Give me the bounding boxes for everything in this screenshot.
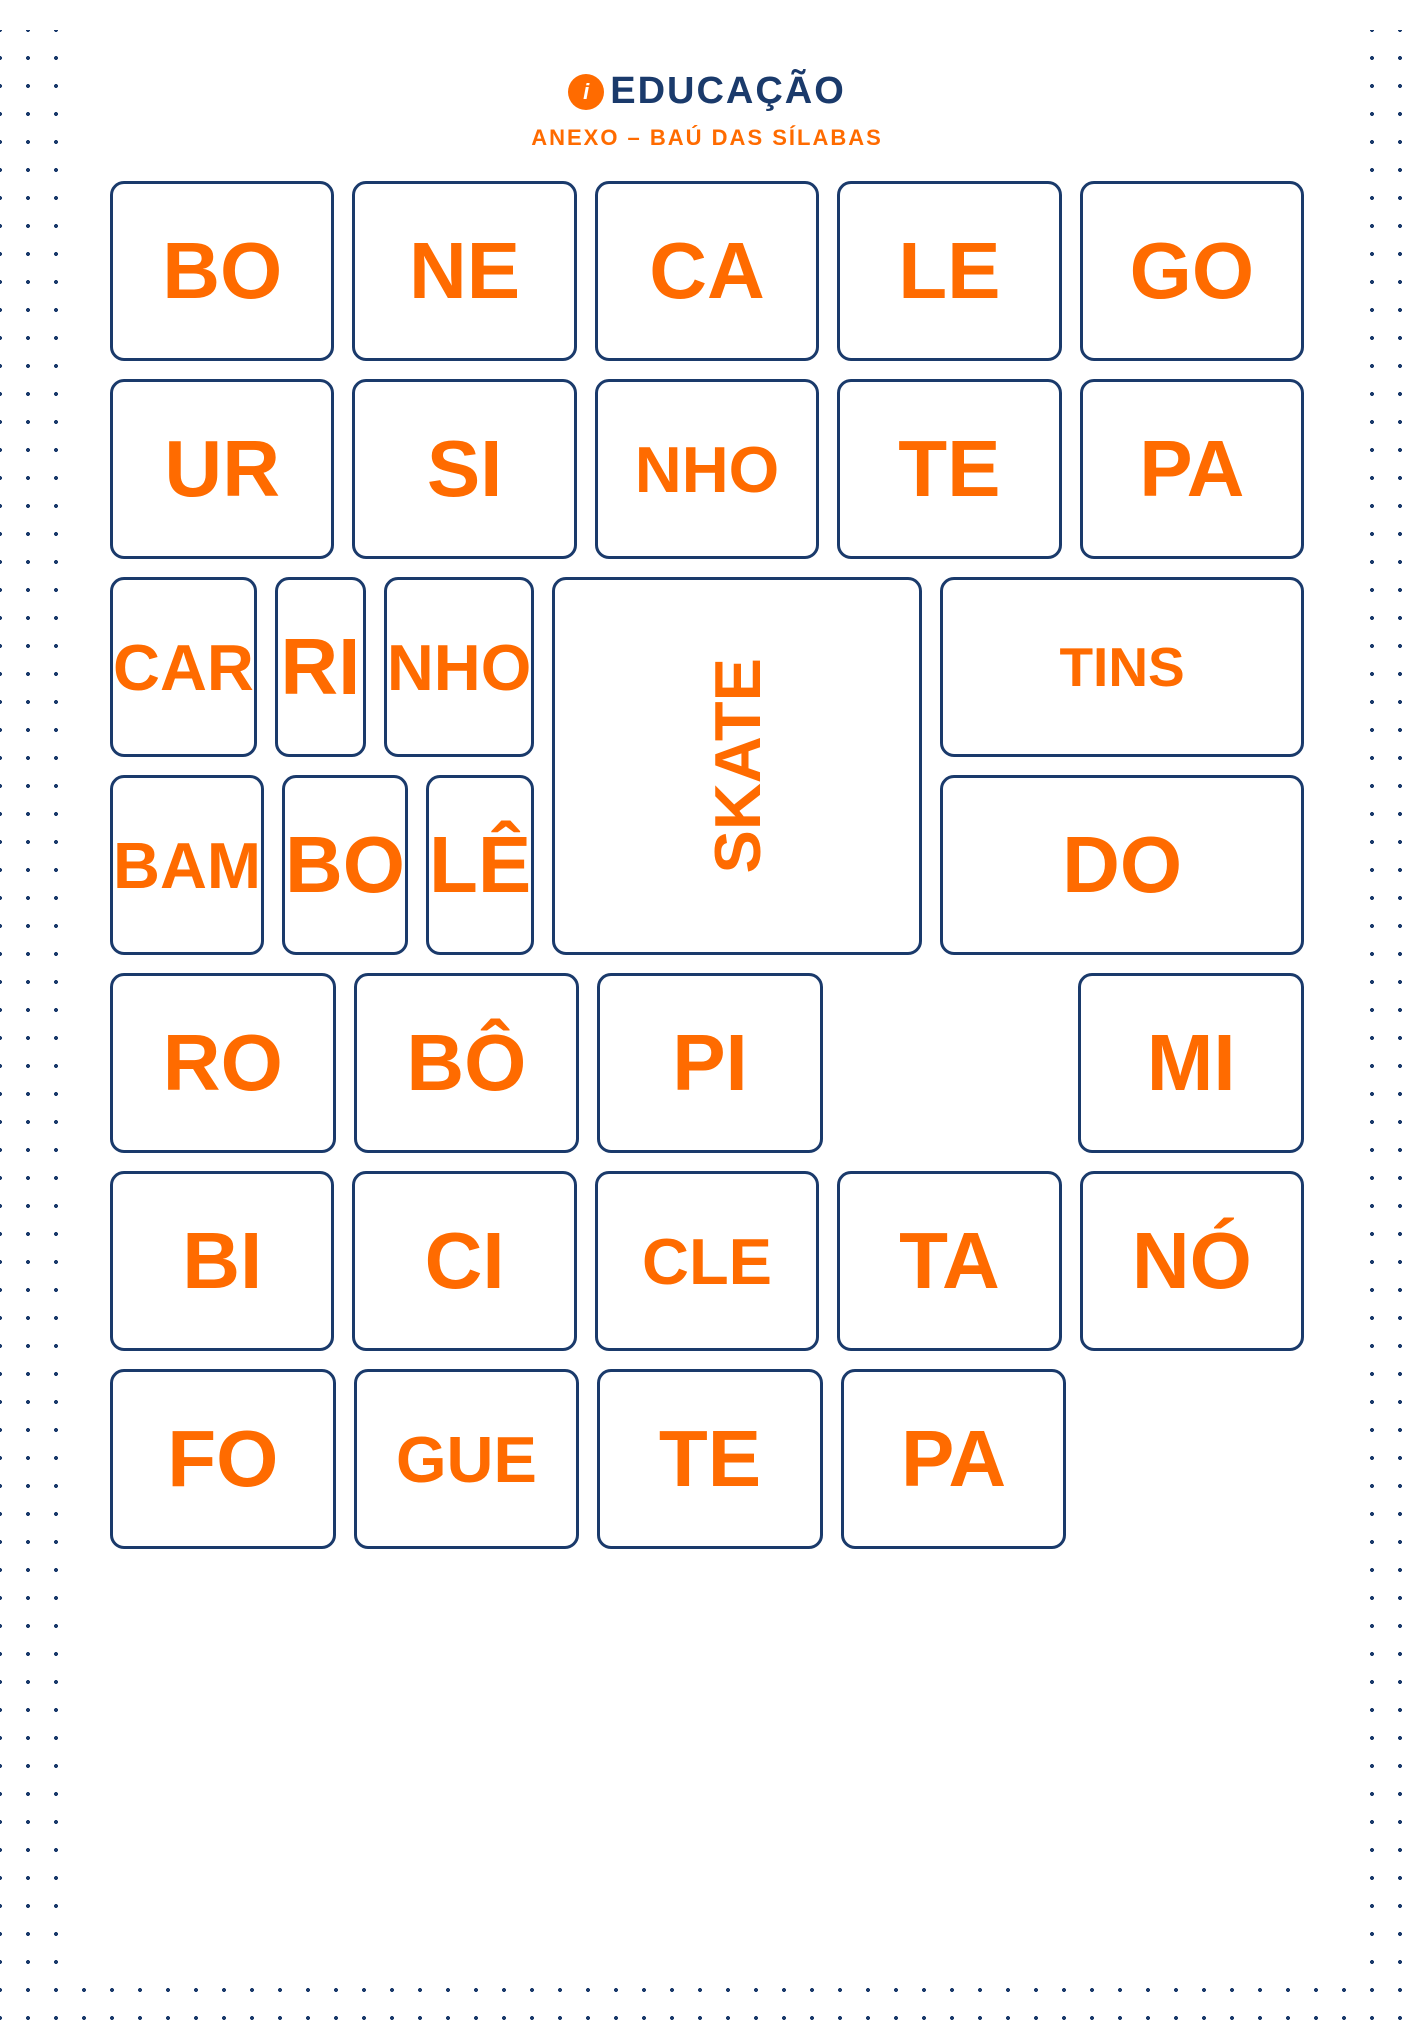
row-2: UR SI NHO TE PA: [110, 379, 1304, 559]
syllable-text: PI: [672, 1023, 748, 1103]
syllable-bo-2: BO: [282, 775, 408, 955]
syllable-car: CAR: [110, 577, 257, 757]
syllable-cle: CLE: [595, 1171, 819, 1351]
syllable-gue: GUE: [354, 1369, 580, 1549]
syllable-text: BO: [285, 825, 405, 905]
syllable-text: NÓ: [1132, 1221, 1252, 1301]
syllable-text: UR: [164, 429, 280, 509]
syllable-text: TE: [659, 1419, 761, 1499]
syllable-ca: CA: [595, 181, 819, 361]
syllable-text: CLE: [642, 1229, 772, 1294]
syllable-no: NÓ: [1080, 1171, 1304, 1351]
syllable-text: PA: [1139, 429, 1244, 509]
syllable-text: RI: [280, 627, 360, 707]
syllable-text: CI: [425, 1221, 505, 1301]
syllable-text: NHO: [635, 437, 779, 502]
syllable-le-2: LÊ: [426, 775, 534, 955]
logo-container: EDUCAÇÃO: [568, 70, 846, 113]
syllable-text: PA: [901, 1419, 1006, 1499]
row-3-left: CAR RI NHO: [110, 577, 534, 757]
syllable-tins: TINS: [940, 577, 1304, 757]
header: EDUCAÇÃO ANEXO – BAÚ DAS SÍLABAS: [110, 70, 1304, 151]
right-stack: TINS DO: [940, 577, 1304, 955]
syllable-text: SI: [427, 429, 503, 509]
syllable-nho-2: NHO: [384, 577, 534, 757]
row-7: FO GUE TE PA: [110, 1369, 1304, 1549]
syllable-ur: UR: [110, 379, 334, 559]
spacer-2: [1084, 1369, 1304, 1549]
syllable-fo: FO: [110, 1369, 336, 1549]
syllable-ro: RO: [110, 973, 336, 1153]
row-4-left: BAM BO LÊ: [110, 775, 534, 955]
syllables-grid: BO NE CA LE GO UR SI NHO: [110, 181, 1304, 1549]
syllable-text: DO: [1062, 825, 1182, 905]
syllable-text: GO: [1130, 231, 1254, 311]
row-1: BO NE CA LE GO: [110, 181, 1304, 361]
subtitle: ANEXO – BAÚ DAS SÍLABAS: [531, 125, 883, 151]
syllable-text: BÔ: [406, 1023, 526, 1103]
syllable-pi: PI: [597, 973, 823, 1153]
syllable-text: NE: [409, 231, 520, 311]
syllable-text: MI: [1147, 1023, 1236, 1103]
syllable-go: GO: [1080, 181, 1304, 361]
syllable-text: CAR: [113, 635, 254, 700]
row-3-4: CAR RI NHO BAM BO: [110, 577, 1304, 955]
syllable-skate: SKATE: [552, 577, 922, 955]
syllable-text: FO: [167, 1419, 278, 1499]
syllable-text: BAM: [113, 833, 261, 898]
syllable-bam: BAM: [110, 775, 264, 955]
syllable-text: LE: [898, 231, 1000, 311]
syllable-ta: TA: [837, 1171, 1061, 1351]
row-6: BI CI CLE TA NÓ: [110, 1171, 1304, 1351]
syllable-ci: CI: [352, 1171, 576, 1351]
main-content: EDUCAÇÃO ANEXO – BAÚ DAS SÍLABAS BO NE C…: [60, 30, 1354, 1970]
syllable-bi: BI: [110, 1171, 334, 1351]
syllable-text: NHO: [387, 635, 531, 700]
syllable-ne: NE: [352, 181, 576, 361]
syllable-text: TE: [898, 429, 1000, 509]
syllable-te-2: TE: [597, 1369, 823, 1549]
syllable-do: DO: [940, 775, 1304, 955]
syllable-nho-1: NHO: [595, 379, 819, 559]
syllable-text: CA: [649, 231, 765, 311]
syllable-text: TA: [899, 1221, 1000, 1301]
syllable-te-1: TE: [837, 379, 1061, 559]
syllable-text: LÊ: [429, 825, 531, 905]
syllable-text: BO: [162, 231, 282, 311]
syllable-ri: RI: [275, 577, 366, 757]
syllable-text: GUE: [396, 1427, 537, 1492]
left-stack: CAR RI NHO BAM BO: [110, 577, 534, 955]
syllable-text-rotated: SKATE: [705, 658, 770, 873]
syllable-le-1: LE: [837, 181, 1061, 361]
syllable-pa-2: PA: [841, 1369, 1067, 1549]
syllable-si: SI: [352, 379, 576, 559]
syllable-pa-1: PA: [1080, 379, 1304, 559]
syllable-bo-1: BO: [110, 181, 334, 361]
spacer-1: [841, 973, 1061, 1153]
logo-icon: [568, 74, 604, 110]
logo-text: EDUCAÇÃO: [610, 70, 846, 113]
syllable-bo-3: BÔ: [354, 973, 580, 1153]
syllable-text: BI: [182, 1221, 262, 1301]
syllable-text: TINS: [1059, 640, 1184, 695]
syllable-mi: MI: [1078, 973, 1304, 1153]
row-5: RO BÔ PI MI: [110, 973, 1304, 1153]
syllable-text: RO: [163, 1023, 283, 1103]
